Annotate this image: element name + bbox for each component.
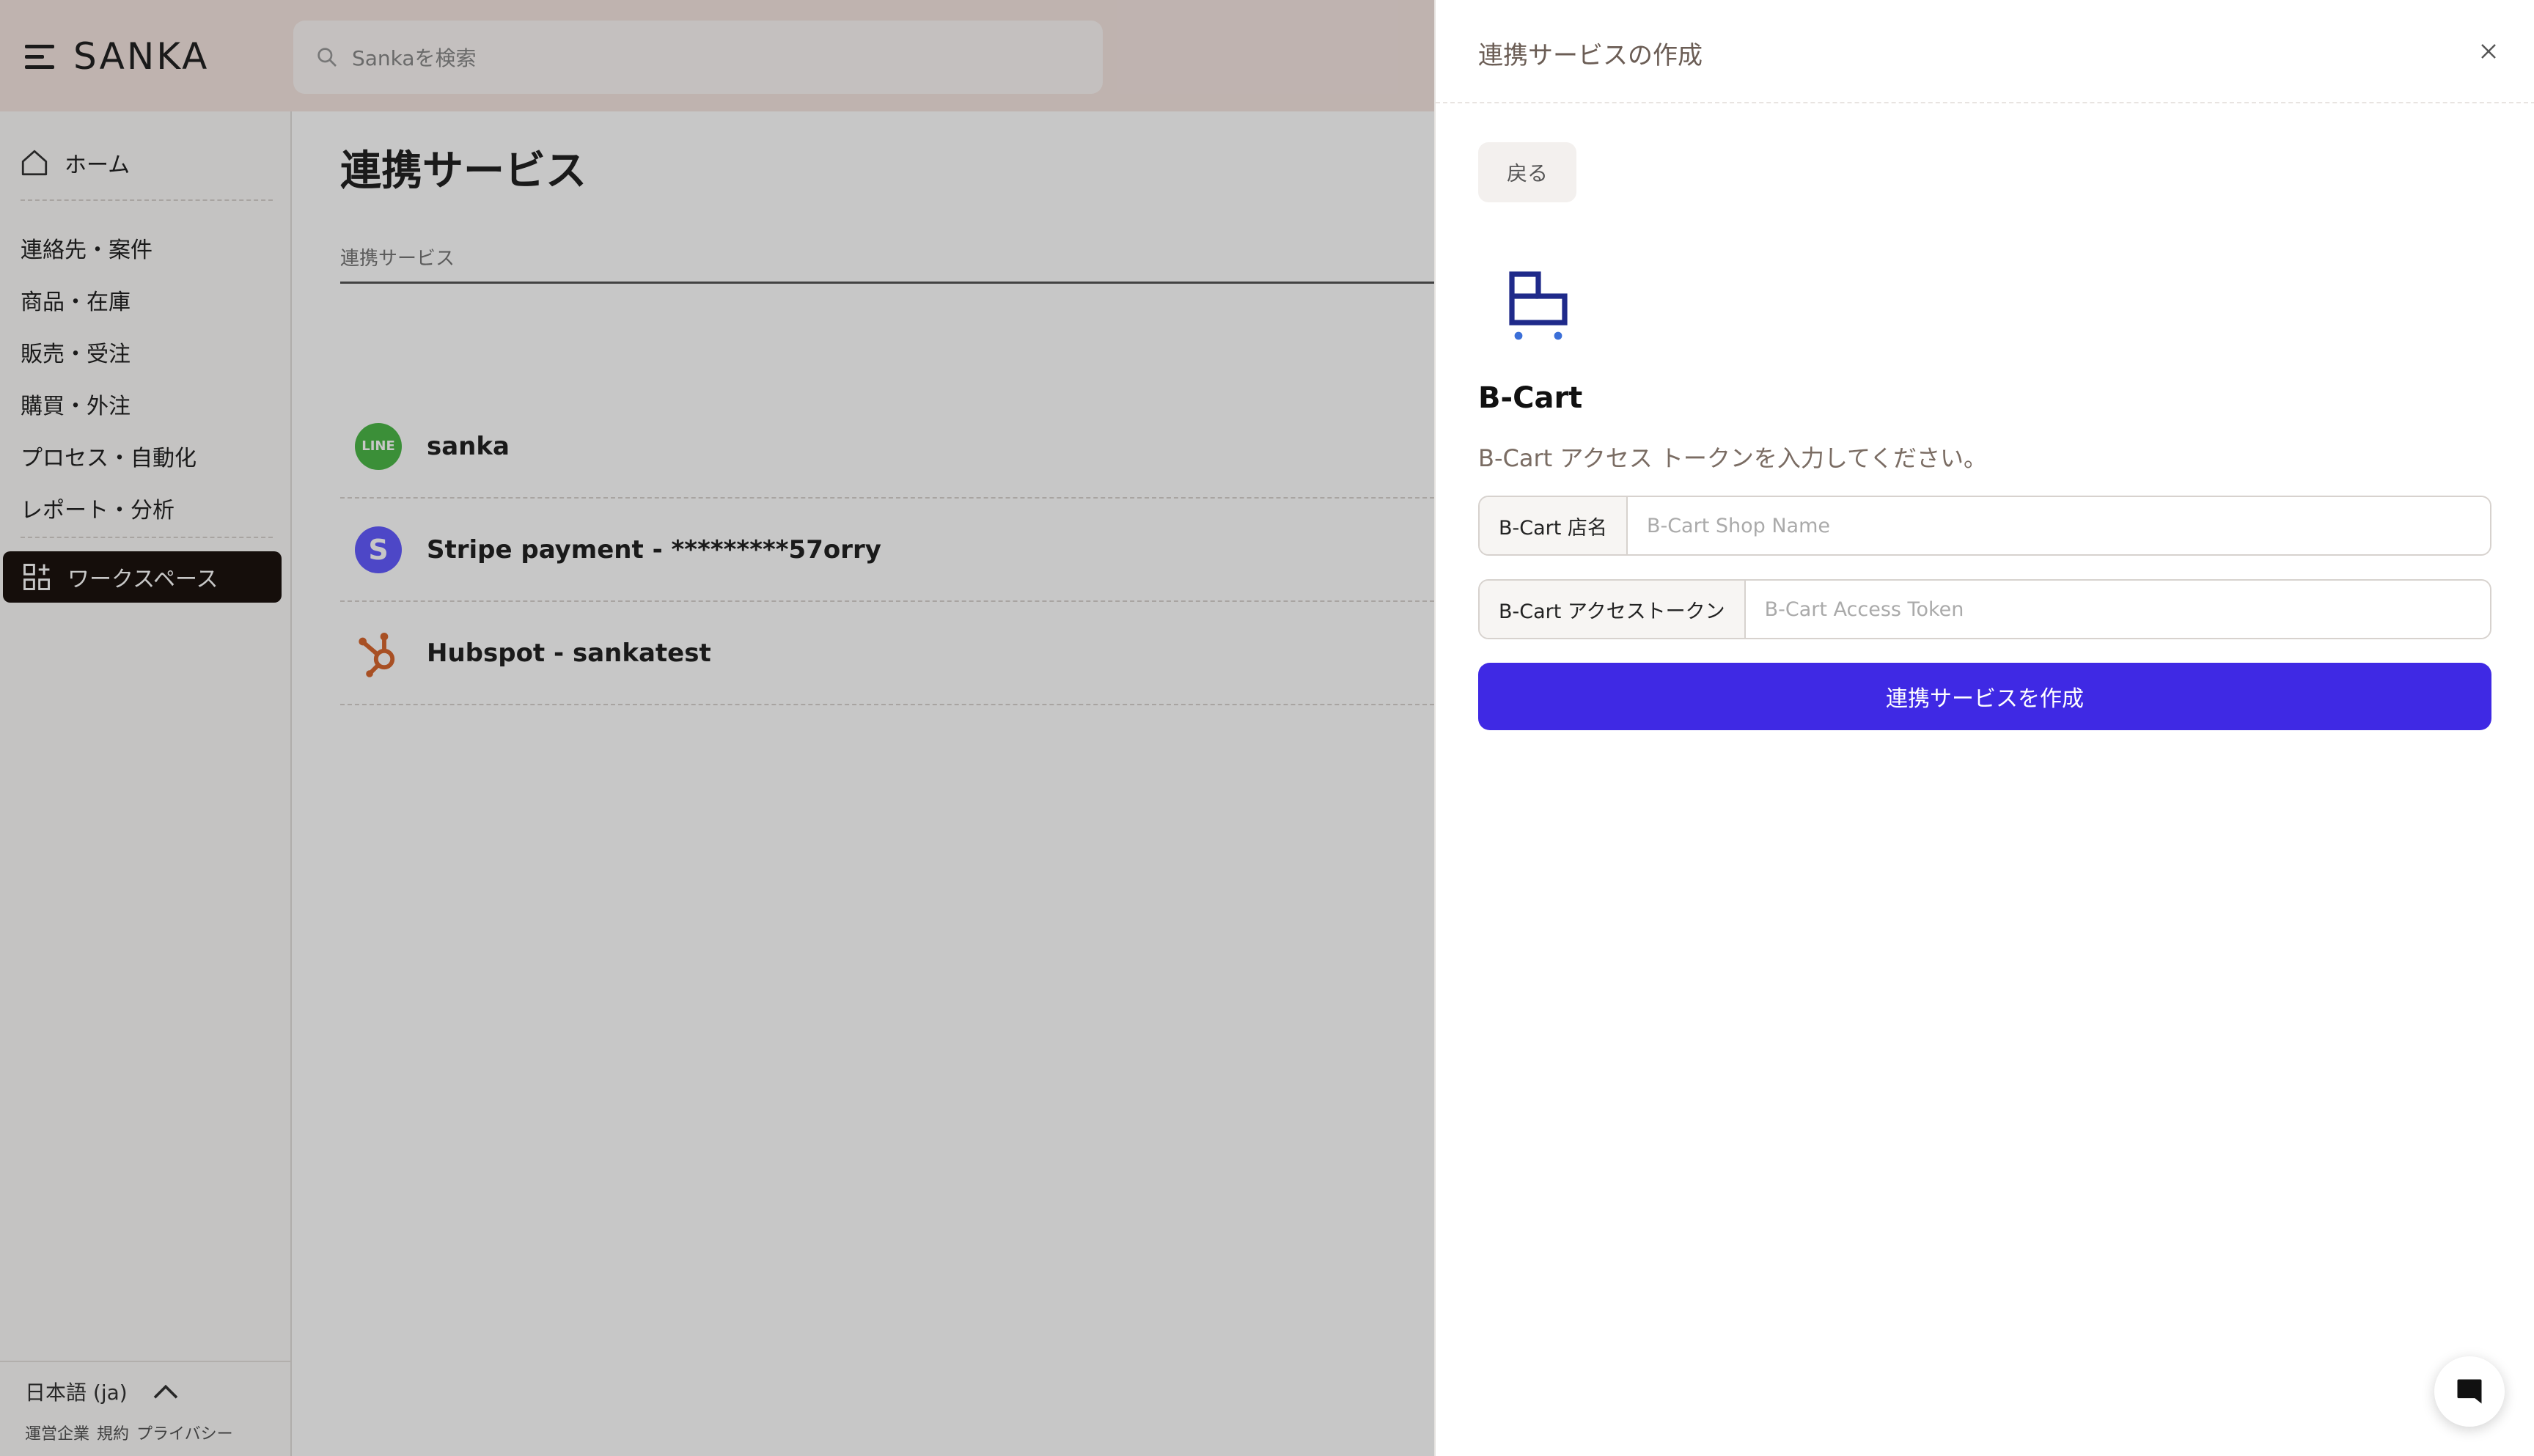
- panel-title: 連携サービスの作成: [1478, 41, 1703, 70]
- access-token-input[interactable]: [1745, 581, 2490, 638]
- cart-icon: [1509, 271, 1568, 340]
- shop-name-input[interactable]: [1627, 497, 2490, 554]
- chat-icon: [2457, 1379, 2482, 1404]
- create-integration-button[interactable]: 連携サービスを作成: [1478, 663, 2491, 730]
- access-token-field-group: B-Cart アクセストークン: [1478, 579, 2491, 639]
- access-token-label: B-Cart アクセストークン: [1480, 581, 1746, 638]
- back-button[interactable]: 戻る: [1478, 142, 1576, 202]
- modal-backdrop[interactable]: [0, 0, 1434, 1456]
- close-button[interactable]: [2475, 38, 2502, 65]
- panel-header: 連携サービスの作成: [1436, 0, 2534, 103]
- shop-name-field-group: B-Cart 店名: [1478, 496, 2491, 556]
- chat-launcher-button[interactable]: [2434, 1356, 2505, 1427]
- service-name: B-Cart: [1478, 381, 1583, 415]
- service-description: B-Cart アクセス トークンを入力してください。: [1478, 444, 1987, 472]
- shop-name-label: B-Cart 店名: [1480, 497, 1628, 554]
- create-integration-panel: 連携サービスの作成 戻る B-Cart B-Cart アクセス トークンを入力し…: [1434, 0, 2534, 1456]
- close-icon: [2481, 44, 2496, 59]
